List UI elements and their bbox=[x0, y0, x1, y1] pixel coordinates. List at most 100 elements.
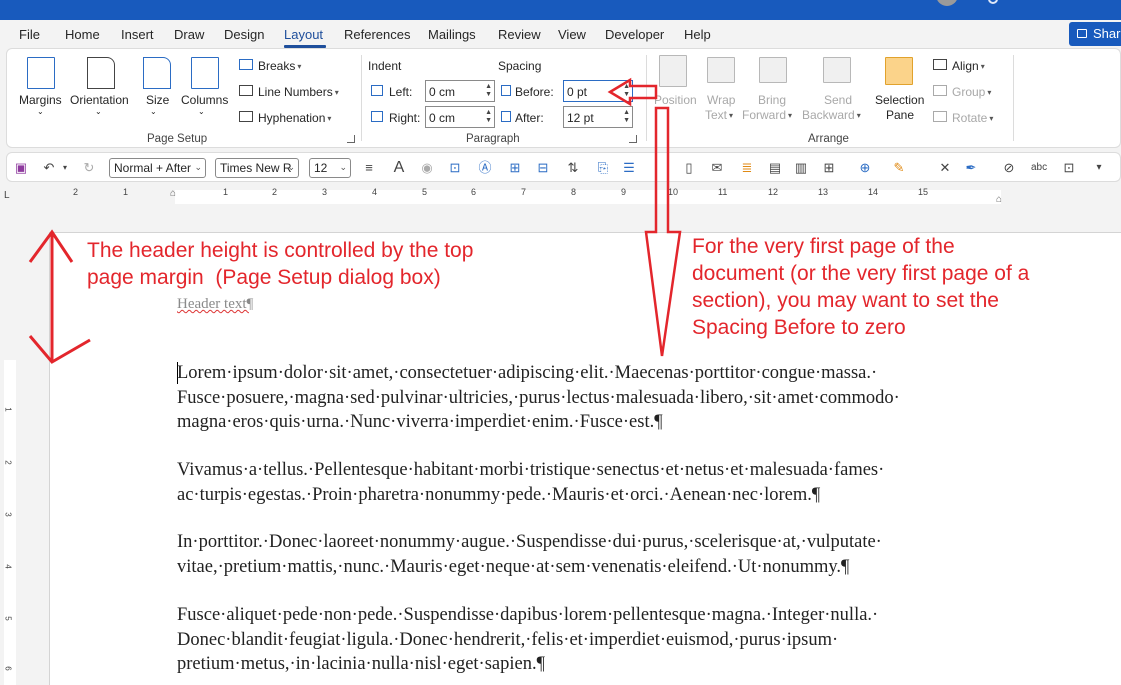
header-text[interactable]: Header text¶ bbox=[177, 296, 253, 313]
bring-forward-button[interactable]: Bring bbox=[758, 93, 786, 107]
menu-layout[interactable]: Layout bbox=[284, 27, 323, 42]
paragraph[interactable]: Fusce·aliquet·pede·non·pede.·Suspendisse… bbox=[177, 603, 1007, 677]
list-icon[interactable]: ☰ bbox=[621, 160, 637, 176]
size-button[interactable]: Size bbox=[146, 93, 169, 107]
paragraph[interactable]: Lorem·ipsum·dolor·sit·amet,·consectetuer… bbox=[177, 361, 1007, 435]
paragraph-launcher[interactable] bbox=[629, 135, 637, 143]
right-indent-marker-icon[interactable]: ⌂ bbox=[996, 194, 1002, 205]
avatar[interactable] bbox=[936, 0, 958, 6]
edit-icon[interactable]: ⊘ bbox=[1001, 160, 1017, 176]
wrap-text-button[interactable]: Wrap bbox=[707, 93, 735, 107]
hyphenation-button[interactable]: Hyphenation ▾ bbox=[258, 111, 331, 125]
orientation-button[interactable]: Orientation bbox=[70, 93, 129, 107]
margins-button[interactable]: Margins bbox=[19, 93, 62, 107]
spacing-before-icon bbox=[501, 85, 511, 96]
list-view-icon[interactable]: ▥ bbox=[793, 160, 809, 176]
indent-marker-icon[interactable]: ⌂ bbox=[170, 188, 176, 199]
menu-developer[interactable]: Developer bbox=[605, 27, 664, 42]
highlight-icon[interactable]: ✎ bbox=[891, 160, 907, 176]
chevron-down-icon: ⌄ bbox=[194, 162, 202, 172]
signature-icon[interactable]: ✉ bbox=[709, 160, 725, 176]
columns-small-icon[interactable]: ⊟ bbox=[535, 160, 551, 176]
stack-icon[interactable]: ≣ bbox=[739, 160, 755, 176]
divider bbox=[646, 55, 647, 141]
spinner-icon[interactable]: ▲ ▼ bbox=[485, 109, 492, 125]
rotate-button[interactable]: Rotate ▾ bbox=[952, 111, 993, 125]
menu-insert[interactable]: Insert bbox=[121, 27, 154, 42]
settings-icon[interactable] bbox=[988, 0, 998, 4]
menu-draw[interactable]: Draw bbox=[174, 27, 204, 42]
header-height-annotation: The header height is controlled by the t… bbox=[87, 239, 474, 289]
shading-icon[interactable]: ◉ bbox=[419, 160, 435, 176]
vruler-number: 3 bbox=[3, 512, 13, 517]
columns-button[interactable]: Columns bbox=[181, 93, 228, 107]
table-icon[interactable]: ⊞ bbox=[507, 160, 523, 176]
redo-icon[interactable]: ↻ bbox=[81, 160, 97, 176]
header-text-content: Header text¶ bbox=[177, 296, 254, 312]
selection-pane-button[interactable]: Selection bbox=[875, 93, 924, 107]
send-backward-line2: Backward bbox=[802, 108, 855, 122]
font-icon[interactable]: A bbox=[391, 160, 407, 176]
send-backward-button[interactable]: Send bbox=[824, 93, 852, 107]
pen-icon[interactable]: ✒ bbox=[963, 160, 979, 176]
ribbon: Margins ⌄ Orientation ⌄ Size ⌄ Columns ⌄… bbox=[6, 48, 1121, 148]
grid-icon[interactable]: ⊞ bbox=[821, 160, 837, 176]
menu-review[interactable]: Review bbox=[498, 27, 541, 42]
ruler-number: 14 bbox=[868, 187, 879, 197]
form-icon[interactable]: ⊡ bbox=[1061, 160, 1077, 176]
undo-icon[interactable]: ↶ bbox=[41, 160, 57, 176]
position-button[interactable]: Position bbox=[654, 93, 697, 107]
page-icon[interactable]: ▯ bbox=[681, 160, 697, 176]
line-numbers-button[interactable]: Line Numbers ▾ bbox=[258, 85, 339, 99]
spinner-icon[interactable]: ▲ ▼ bbox=[623, 83, 630, 99]
send-backward-label: Backward ▾ bbox=[802, 108, 861, 122]
tab-selector-icon[interactable]: L bbox=[4, 190, 10, 201]
spacing-before-field[interactable]: 0 pt ▲ ▼ bbox=[563, 80, 633, 102]
menu-design[interactable]: Design bbox=[224, 27, 264, 42]
font-size-select[interactable]: 12 ⌄ bbox=[309, 158, 351, 178]
menu-home[interactable]: Home bbox=[65, 27, 100, 42]
indent-right-field[interactable]: 0 cm ▲ ▼ bbox=[425, 106, 495, 128]
text-direction-icon[interactable]: ≡ bbox=[361, 160, 377, 176]
chevron-down-icon: ▾ bbox=[334, 88, 339, 98]
text-frame-icon[interactable]: Ⓐ bbox=[477, 160, 493, 176]
attach-icon[interactable]: ⊕ bbox=[857, 160, 873, 176]
paragraph[interactable]: In·porttitor.·Donec·laoreet·nonummy·augu… bbox=[177, 530, 1007, 579]
spelling-icon[interactable]: abc bbox=[1031, 160, 1047, 176]
align-label: Align bbox=[952, 59, 979, 73]
align-icon bbox=[933, 59, 947, 70]
page-setup-launcher[interactable] bbox=[347, 135, 355, 143]
chevron-down-icon: ▾ bbox=[980, 62, 985, 72]
chevron-down-icon: ⌄ bbox=[150, 107, 157, 116]
align-button[interactable]: Align ▾ bbox=[952, 59, 985, 73]
style-select[interactable]: Normal + After ⌄ bbox=[109, 158, 206, 178]
close-icon[interactable]: ✕ bbox=[937, 160, 953, 176]
save-icon[interactable]: ▣ bbox=[13, 160, 29, 176]
group-button[interactable]: Group ▾ bbox=[952, 85, 991, 99]
indent-left-field[interactable]: 0 cm ▲ ▼ bbox=[425, 80, 495, 102]
menu-file[interactable]: File bbox=[19, 27, 40, 42]
paragraph[interactable]: Vivamus·a·tellus.·Pellentesque·habitant·… bbox=[177, 458, 1007, 507]
menu-references[interactable]: References bbox=[344, 27, 410, 42]
chevron-down-icon[interactable]: ▾ bbox=[57, 160, 73, 176]
vruler-number: 1 bbox=[3, 407, 13, 412]
document-icon[interactable]: ▤ bbox=[767, 160, 783, 176]
text-box-icon[interactable]: ⊡ bbox=[447, 160, 463, 176]
sort-icon[interactable]: ⇅ bbox=[565, 160, 581, 176]
spinner-icon[interactable]: ▲ ▼ bbox=[623, 109, 630, 125]
menu-mailings[interactable]: Mailings bbox=[428, 27, 476, 42]
font-select[interactable]: Times New R ⌄ bbox=[215, 158, 299, 178]
vruler-number: 4 bbox=[3, 564, 13, 569]
spacing-after-field[interactable]: 12 pt ▲ ▼ bbox=[563, 106, 633, 128]
link-icon[interactable]: ⎘ bbox=[595, 160, 611, 176]
share-label: Share bbox=[1093, 26, 1121, 41]
menu-help[interactable]: Help bbox=[684, 27, 711, 42]
spinner-icon[interactable]: ▲ ▼ bbox=[485, 83, 492, 99]
line-numbers-label: Line Numbers bbox=[258, 85, 333, 99]
menu-view[interactable]: View bbox=[558, 27, 586, 42]
chevron-down-icon: ▾ bbox=[989, 114, 994, 124]
vruler-number: 5 bbox=[3, 616, 13, 621]
share-button[interactable]: Share bbox=[1069, 22, 1121, 46]
overflow-menu-icon[interactable]: ▾ bbox=[1091, 160, 1107, 176]
breaks-button[interactable]: Breaks ▾ bbox=[258, 59, 301, 73]
